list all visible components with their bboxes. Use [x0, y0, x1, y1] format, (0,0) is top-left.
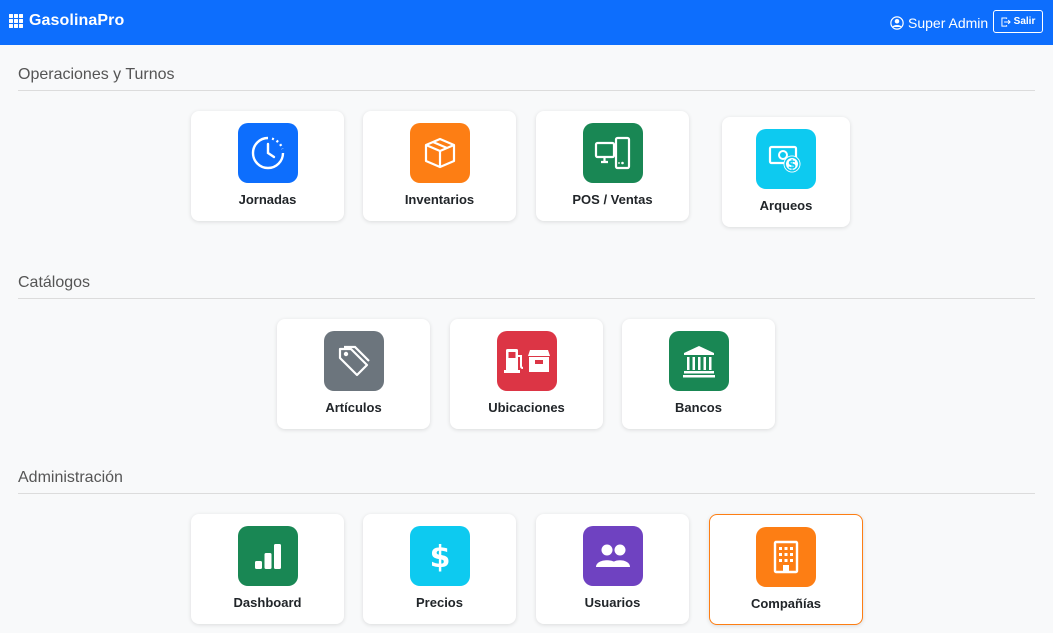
section-title-administracion: Administración: [18, 469, 123, 486]
card-inventarios[interactable]: Inventarios: [363, 111, 516, 221]
card-articulos[interactable]: Artículos: [277, 319, 430, 429]
card-precios[interactable]: $ Precios: [363, 514, 516, 624]
bank-icon: [668, 331, 729, 391]
card-ubicaciones[interactable]: Ubicaciones: [450, 319, 603, 429]
section-title-catalogos: Catálogos: [18, 274, 91, 291]
card-label: Usuarios: [584, 595, 641, 610]
section-divider: [18, 298, 1035, 299]
card-arqueos[interactable]: $ Arqueos: [722, 117, 850, 227]
card-pos-ventas[interactable]: POS / Ventas: [536, 111, 689, 221]
clock-history-icon: [237, 123, 298, 183]
card-label: Bancos: [675, 400, 722, 415]
card-usuarios[interactable]: Usuarios: [536, 514, 689, 624]
card-label: Inventarios: [404, 192, 475, 207]
logout-button[interactable]: Salir: [993, 10, 1043, 33]
fuel-pump-shop-icon: [496, 331, 557, 391]
logout-label: Salir: [1013, 16, 1036, 27]
grid-icon: [9, 14, 23, 28]
user-menu[interactable]: Super Admin: [890, 15, 988, 31]
brand-name: GasolinaPro: [29, 12, 125, 29]
card-jornadas[interactable]: Jornadas: [191, 111, 344, 221]
card-label: Compañías: [750, 596, 822, 611]
box-icon: [409, 123, 470, 183]
building-icon: [756, 527, 816, 587]
bar-chart-icon: [237, 526, 298, 586]
section-title-operaciones: Operaciones y Turnos: [18, 66, 175, 83]
card-label: Dashboard: [233, 595, 302, 610]
card-label: POS / Ventas: [572, 192, 653, 207]
people-icon: [582, 526, 643, 586]
card-bancos[interactable]: Bancos: [622, 319, 775, 429]
dollar-icon: $: [409, 526, 470, 586]
box-arrow-right-icon: [1001, 16, 1011, 27]
card-dashboard[interactable]: Dashboard: [191, 514, 344, 624]
card-companias[interactable]: Compañías: [709, 514, 863, 625]
cash-coin-icon: $: [756, 129, 816, 189]
svg-text:$: $: [788, 158, 796, 172]
section-divider: [18, 90, 1035, 91]
card-label: Jornadas: [238, 192, 297, 207]
card-label: Ubicaciones: [488, 400, 565, 415]
brand-link[interactable]: GasolinaPro: [9, 12, 124, 30]
card-label: Artículos: [325, 400, 382, 415]
svg-text:$: $: [429, 540, 450, 574]
person-circle-icon: [890, 16, 904, 30]
pos-devices-icon: [582, 123, 643, 183]
user-name: Super Admin: [908, 15, 989, 31]
tags-icon: [323, 331, 384, 391]
section-divider: [18, 493, 1035, 494]
card-label: Arqueos: [759, 198, 813, 213]
top-navbar: GasolinaPro Super Admin Salir: [0, 0, 1053, 45]
card-label: Precios: [416, 595, 463, 610]
